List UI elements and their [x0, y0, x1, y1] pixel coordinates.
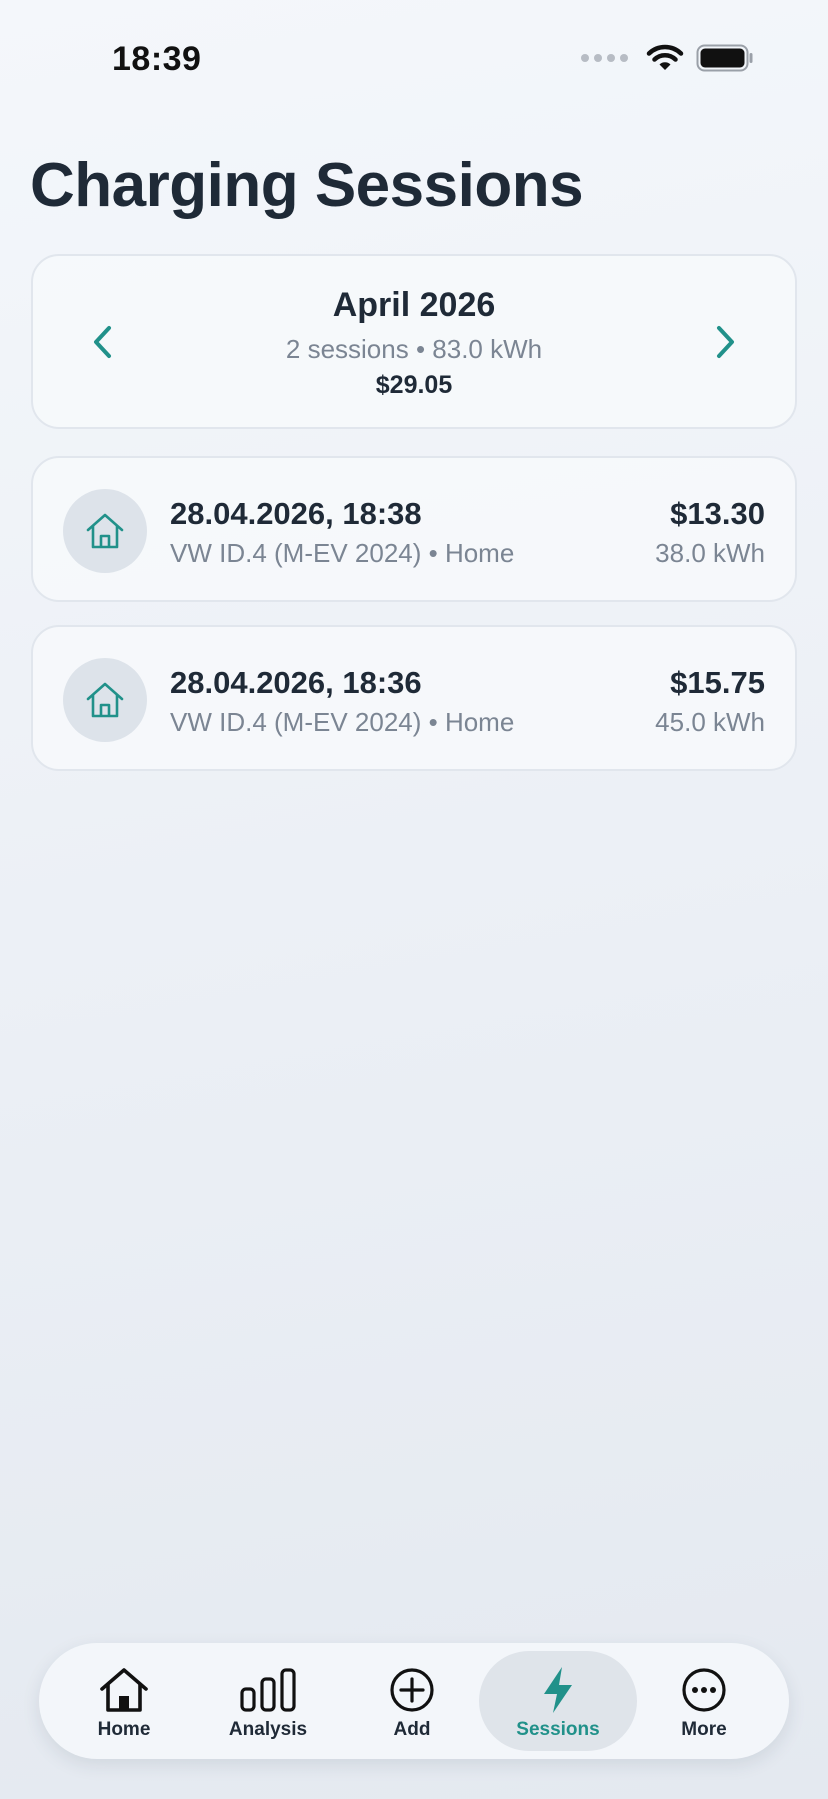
tab-more-label: More — [681, 1719, 727, 1740]
session-cost: $13.30 — [670, 496, 765, 531]
session-icon-badge — [63, 489, 147, 573]
session-cost: $15.75 — [670, 665, 765, 700]
cellular-signal-icon — [581, 54, 628, 62]
month-title: April 2026 — [332, 286, 496, 324]
next-month-button[interactable] — [695, 312, 755, 372]
tab-sessions[interactable]: Sessions — [479, 1651, 637, 1751]
house-icon — [86, 682, 124, 718]
home-icon — [100, 1668, 148, 1712]
session-vehicle-location: VW ID.4 (M-EV 2024) • Home — [170, 538, 515, 568]
month-sessions-summary: 2 sessions • 83.0 kWh — [285, 334, 543, 364]
tab-more[interactable]: More — [625, 1651, 783, 1751]
tab-home[interactable]: Home — [45, 1651, 203, 1751]
more-icon — [682, 1668, 726, 1712]
wifi-icon — [646, 44, 684, 70]
page-title: Charging Sessions — [30, 151, 584, 220]
month-summary-card: April 2026 2 sessions • 83.0 kWh $29.05 — [31, 254, 797, 429]
tab-analysis-label: Analysis — [228, 1719, 308, 1740]
bar-chart-icon — [240, 1668, 296, 1712]
tab-analysis[interactable]: Analysis — [189, 1651, 347, 1751]
session-icon-badge — [63, 658, 147, 742]
status-time: 18:39 — [112, 40, 202, 78]
house-icon — [86, 513, 124, 549]
tab-bar: Home Analysis Add Sessions More — [39, 1643, 789, 1759]
session-vehicle-location: VW ID.4 (M-EV 2024) • Home — [170, 707, 515, 737]
tab-add-label: Add — [393, 1719, 431, 1740]
session-energy: 45.0 kWh — [655, 707, 765, 737]
status-icons — [581, 44, 754, 72]
tab-home-label: Home — [97, 1719, 151, 1740]
add-circle-icon — [390, 1668, 434, 1712]
tab-add[interactable]: Add — [333, 1651, 491, 1751]
session-energy: 38.0 kWh — [655, 538, 765, 568]
status-bar: 18:39 — [0, 0, 828, 120]
session-datetime: 28.04.2026, 18:36 — [170, 665, 422, 700]
chevron-right-icon — [717, 326, 734, 358]
bolt-icon — [544, 1667, 572, 1713]
tab-sessions-label: Sessions — [516, 1719, 600, 1740]
month-total-cost: $29.05 — [375, 371, 453, 399]
session-datetime: 28.04.2026, 18:38 — [170, 496, 422, 531]
battery-icon — [696, 44, 753, 72]
session-card[interactable]: 28.04.2026, 18:36 VW ID.4 (M-EV 2024) • … — [31, 625, 797, 771]
session-card[interactable]: 28.04.2026, 18:38 VW ID.4 (M-EV 2024) • … — [31, 456, 797, 602]
